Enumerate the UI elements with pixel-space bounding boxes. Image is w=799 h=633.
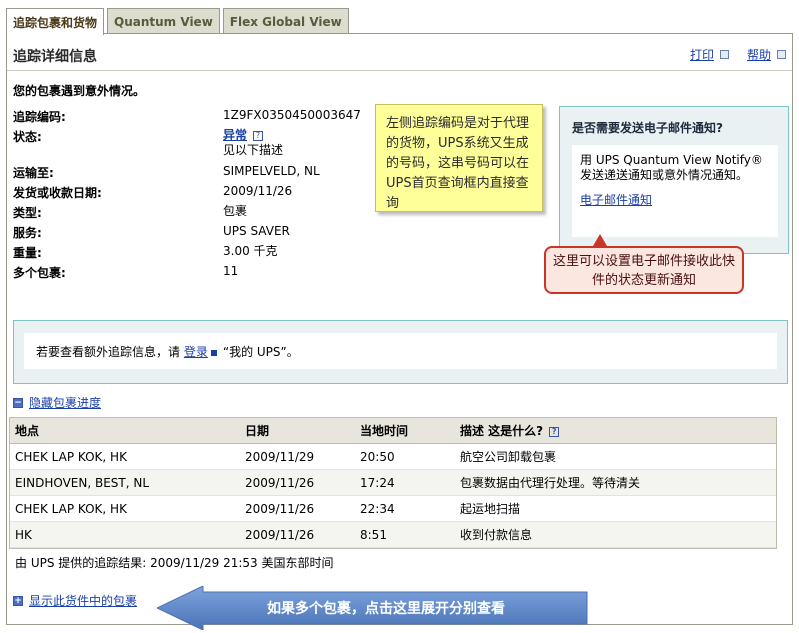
login-prompt-box: 若要查看额外追踪信息，请 登录 “我的 UPS”。 — [13, 320, 788, 384]
help-question-icon[interactable]: ? — [253, 130, 264, 141]
tracking-details: 追踪编码: 1Z9FX0350450003647 状态: 异常? 见以下描述 运… — [13, 106, 373, 282]
annotation-tracking-number-note: 左侧追踪编码是对于代理的货物，UPS系统又生成的号码，这串号码可以在UPS首页查… — [375, 104, 543, 212]
expand-icon[interactable]: + — [13, 595, 23, 606]
email-notification-link[interactable]: 电子邮件通知 — [580, 193, 652, 208]
print-icon[interactable] — [719, 50, 729, 59]
email-notify-heading: 是否需要发送电子邮件通知? — [572, 121, 723, 135]
table-row: EINDHOVEN, BEST, NL 2009/11/26 17:24 包裹数… — [10, 470, 776, 496]
tab-bar: 追踪包裹和货物 Quantum View Flex Global View — [6, 8, 349, 35]
tab-quantum-view[interactable]: Quantum View — [107, 8, 220, 34]
table-row: CHEK LAP KOK, HK 2009/11/26 22:34 起运地扫描 — [10, 496, 776, 522]
page-title: 追踪详细信息 — [13, 49, 97, 65]
email-notify-box: 是否需要发送电子邮件通知? 用 UPS Quantum View Notify®… — [559, 106, 789, 254]
table-row: HK 2009/11/26 8:51 收到付款信息 — [10, 522, 776, 548]
detail-row-status: 状态: 异常? 见以下描述 — [13, 128, 284, 157]
detail-row-ship-date: 发货或收款日期: 2009/11/26 — [13, 184, 293, 200]
lock-icon — [210, 349, 217, 356]
login-prompt: 若要查看额外追踪信息，请 登录 “我的 UPS”。 — [24, 333, 777, 369]
table-row: CHEK LAP KOK, HK 2009/11/29 20:50 航空公司卸载… — [10, 444, 776, 470]
detail-row-weight: 重量: 3.00 千克 — [13, 244, 278, 260]
tracking-number: 1Z9FX0350450003647 — [223, 108, 361, 122]
annotation-arrow: 如果多个包裹，点击这里展开分别查看 — [155, 585, 592, 631]
table-header: 地点 日期 当地时间 描述 这是什么?? — [10, 418, 776, 444]
collapse-icon[interactable]: − — [13, 397, 23, 408]
header-divider — [7, 70, 792, 71]
exception-alert: 您的包裹遇到意外情况。 — [13, 84, 146, 98]
top-links: 打印 帮助 — [690, 46, 786, 63]
what-is-this-icon[interactable]: ? — [549, 426, 560, 437]
detail-row-multiple-packages: 多个包裹: 11 — [13, 264, 239, 280]
help-link[interactable]: 帮助 — [747, 46, 771, 63]
login-link[interactable]: 登录 — [184, 345, 208, 359]
email-notify-description: 用 UPS Quantum View Notify® 发送递送通知或意外情况通知… — [580, 153, 763, 182]
tracking-source-note: 由 UPS 提供的追踪结果: 2009/11/29 21:53 美国东部时间 — [15, 556, 334, 570]
tab-flex-global-view[interactable]: Flex Global View — [222, 8, 349, 34]
detail-row-service: 服务: UPS SAVER — [13, 224, 290, 240]
annotation-email-note: 这里可以设置电子邮件接收此快件的状态更新通知 — [544, 246, 744, 294]
tab-track-packages[interactable]: 追踪包裹和货物 — [6, 8, 105, 35]
tracking-panel: 追踪详细信息 打印 帮助 您的包裹遇到意外情况。 追踪编码: 1Z9FX0350… — [6, 33, 793, 631]
email-notify-content: 用 UPS Quantum View Notify® 发送递送通知或意外情况通知… — [572, 145, 778, 237]
help-icon[interactable] — [777, 50, 786, 59]
print-link[interactable]: 打印 — [690, 46, 714, 63]
show-packages-toggle[interactable]: + 显示此货件中的包裹 — [13, 592, 137, 609]
show-packages-link[interactable]: 显示此货件中的包裹 — [29, 592, 137, 609]
progress-table: 地点 日期 当地时间 描述 这是什么?? CHEK LAP KOK, HK 20… — [9, 417, 777, 549]
detail-row-type: 类型: 包裹 — [13, 204, 248, 220]
status-exception-link[interactable]: 异常 — [223, 128, 247, 142]
hide-progress-toggle[interactable]: − 隐藏包裹进度 — [13, 394, 101, 411]
status-subtext: 见以下描述 — [223, 143, 284, 157]
annotation-arrow-text: 如果多个包裹，点击这里展开分别查看 — [267, 601, 505, 617]
hide-progress-link[interactable]: 隐藏包裹进度 — [29, 394, 101, 411]
detail-row-tracking-number: 追踪编码: 1Z9FX0350450003647 — [13, 108, 361, 124]
annotation-email-pointer — [593, 234, 607, 246]
detail-row-ship-to: 运输至: SIMPELVELD, NL — [13, 164, 320, 180]
